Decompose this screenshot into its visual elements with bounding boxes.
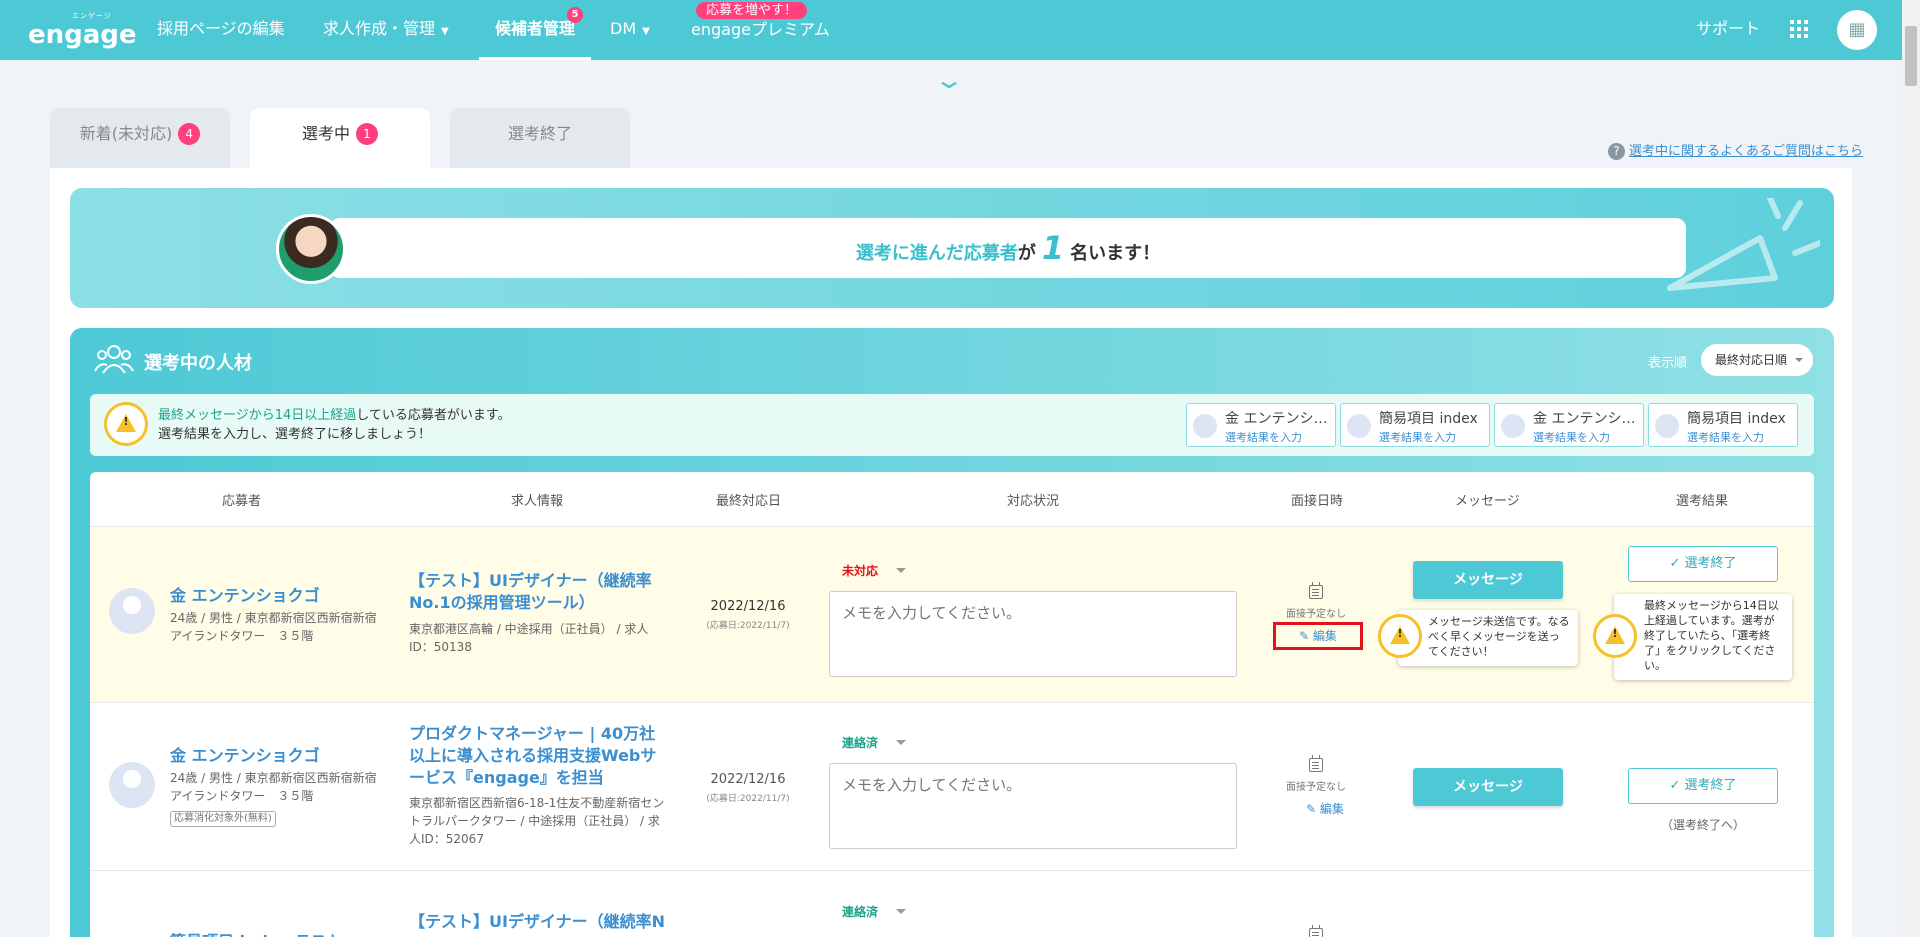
- col-header-result: 選考結果: [1676, 494, 1729, 509]
- engage-logo[interactable]: エンゲージ engage: [28, 10, 137, 50]
- avatar: [109, 762, 155, 808]
- notification-badge: 5: [567, 7, 583, 23]
- candidate-info: 24歳 / 男性 / 東京都新宿区西新宿新宿アイランドタワー ３５階: [170, 771, 377, 803]
- warning-icon: [1593, 614, 1637, 658]
- table-row: [90, 870, 1814, 937]
- edit-interview-button[interactable]: ✎ 編集: [1273, 622, 1363, 650]
- avatar: [1193, 414, 1217, 438]
- end-selection-note: （選考終了へ）: [1660, 818, 1745, 832]
- nav-candidate-management[interactable]: 候補者管理 5: [479, 0, 592, 60]
- chevron-down-icon: ▼: [642, 26, 650, 37]
- col-header-last-date: 最終対応日: [716, 494, 782, 509]
- candidate-name[interactable]: 簡易項目 index テスト: [170, 928, 343, 937]
- tab-in-selection[interactable]: 選考中 1: [250, 108, 430, 168]
- end-selection-button[interactable]: ✓ 選考終了: [1628, 768, 1778, 804]
- job-title-link[interactable]: 【テスト】UIデザイナー（継続率No.1の採用管理ツール）: [409, 570, 669, 614]
- candidate-name[interactable]: 金 エンテンショクゴ: [170, 582, 320, 606]
- calendar-icon: [1309, 925, 1323, 937]
- end-warning-tooltip: 最終メッセージから14日以上経過しています。選考が終了していたら、「選考終了」を…: [1614, 594, 1792, 680]
- apps-grid-icon[interactable]: [1790, 20, 1808, 38]
- assistant-avatar: [276, 214, 346, 284]
- col-header-interview: 面接日時: [1291, 494, 1344, 509]
- company-avatar-icon[interactable]: ▦: [1837, 10, 1877, 50]
- status-select[interactable]: 連絡済: [842, 734, 906, 751]
- megaphone-icon: [1667, 198, 1820, 291]
- message-button[interactable]: メッセージ: [1413, 561, 1563, 599]
- last-response-date: 2022/12/16 (応募日:2022/11/7): [706, 772, 790, 804]
- support-link[interactable]: サポート: [1696, 0, 1760, 58]
- nav-recruit-page-edit[interactable]: 採用ページの編集: [157, 0, 285, 60]
- candidate-chip[interactable]: 簡易項目 index 選考結果を入力: [1648, 403, 1798, 447]
- chevron-down-icon[interactable]: ⌄: [933, 66, 965, 94]
- tab-selection-ended[interactable]: 選考終了: [450, 108, 630, 168]
- chevron-down-icon: ▼: [441, 26, 449, 37]
- col-header-message: メッセージ: [1455, 494, 1520, 509]
- warning-icon: [104, 402, 148, 446]
- scrollbar[interactable]: [1902, 0, 1920, 937]
- count-badge: 4: [178, 123, 201, 145]
- warning-icon: [1378, 614, 1422, 658]
- summary-banner: 選考に進んだ応募者が 1 名います！: [70, 188, 1834, 308]
- calendar-icon: [1309, 755, 1323, 772]
- avatar: [1347, 414, 1371, 438]
- nav-job-management[interactable]: 求人作成・管理 ▼: [323, 0, 449, 60]
- job-info: 東京都新宿区西新宿6-18-1住友不動産新宿セントラルパークタワー / 中途採用…: [409, 796, 665, 846]
- col-header-status: 対応状況: [1007, 494, 1060, 509]
- candidate-chip[interactable]: 金 エンテンショクゴ選考結果を入力: [1494, 403, 1644, 447]
- status-select[interactable]: 連絡済: [842, 903, 906, 920]
- status-badge: 応募消化対象外(無料): [170, 811, 276, 827]
- top-navbar: エンゲージ engage 採用ページの編集 求人作成・管理 ▼ 候補者管理 5 D…: [0, 0, 1920, 60]
- job-title-link[interactable]: 【テスト】UIデザイナー（継続率N: [409, 911, 669, 933]
- scrollbar-thumb[interactable]: [1905, 26, 1917, 86]
- job-title-link[interactable]: プロダクトマネージャー | 40万社以上に導入される採用支援Webサービス『en…: [409, 723, 669, 789]
- section-title: 選考中の人材: [144, 353, 252, 374]
- sort-label: 表示順: [1648, 356, 1688, 371]
- interview-status: 面接予定なし: [1286, 782, 1346, 793]
- avatar: [109, 588, 155, 634]
- faq-link[interactable]: ? 選考中に関するよくあるご質問はこちら: [1608, 140, 1863, 160]
- memo-input[interactable]: [829, 591, 1237, 677]
- candidate-chip[interactable]: 金 エンテンショクゴ選考結果を入力: [1186, 403, 1336, 447]
- col-header-job: 求人情報: [511, 494, 564, 509]
- alert-text: 最終メッセージから14日以上経過している応募者がいます。 選考結果を入力し、選考…: [158, 408, 511, 442]
- tab-new-unresponded[interactable]: 新着(未対応) 4: [50, 108, 230, 168]
- avatar: [1655, 414, 1679, 438]
- sort-select[interactable]: 最終対応日順: [1701, 344, 1813, 376]
- interview-status: 面接予定なし: [1286, 609, 1346, 620]
- nav-premium[interactable]: engageプレミアム: [691, 1, 830, 61]
- job-info: 東京都港区高輪 / 中途採用（正社員） / 求人ID：50138: [409, 622, 649, 654]
- calendar-icon: [1309, 582, 1323, 599]
- candidate-name[interactable]: 金 エンテンショクゴ: [170, 742, 320, 766]
- count-badge: 1: [356, 123, 378, 145]
- status-select[interactable]: 未対応: [842, 562, 906, 579]
- people-icon: [94, 345, 134, 374]
- message-warning-tooltip: メッセージ未送信です。なるべく早くメッセージを送ってください！: [1398, 610, 1578, 666]
- end-selection-button[interactable]: ✓ 選考終了: [1628, 546, 1778, 582]
- last-response-date: 2022/12/16 (応募日:2022/11/7): [706, 599, 790, 631]
- memo-input[interactable]: [829, 763, 1237, 849]
- candidate-info: 24歳 / 男性 / 東京都新宿区西新宿新宿アイランドタワー ３５階: [170, 611, 377, 643]
- candidate-chip[interactable]: 簡易項目 index 選考結果を入力: [1340, 403, 1490, 447]
- avatar: [1501, 414, 1525, 438]
- banner-message: 選考に進んだ応募者が 1 名います！: [330, 218, 1686, 278]
- message-button[interactable]: メッセージ: [1413, 768, 1563, 806]
- edit-interview-button[interactable]: ✎ 編集: [1285, 800, 1365, 817]
- col-header-applicant: 応募者: [222, 494, 262, 509]
- nav-dm[interactable]: DM ▼: [610, 0, 650, 60]
- help-icon: ?: [1608, 143, 1625, 160]
